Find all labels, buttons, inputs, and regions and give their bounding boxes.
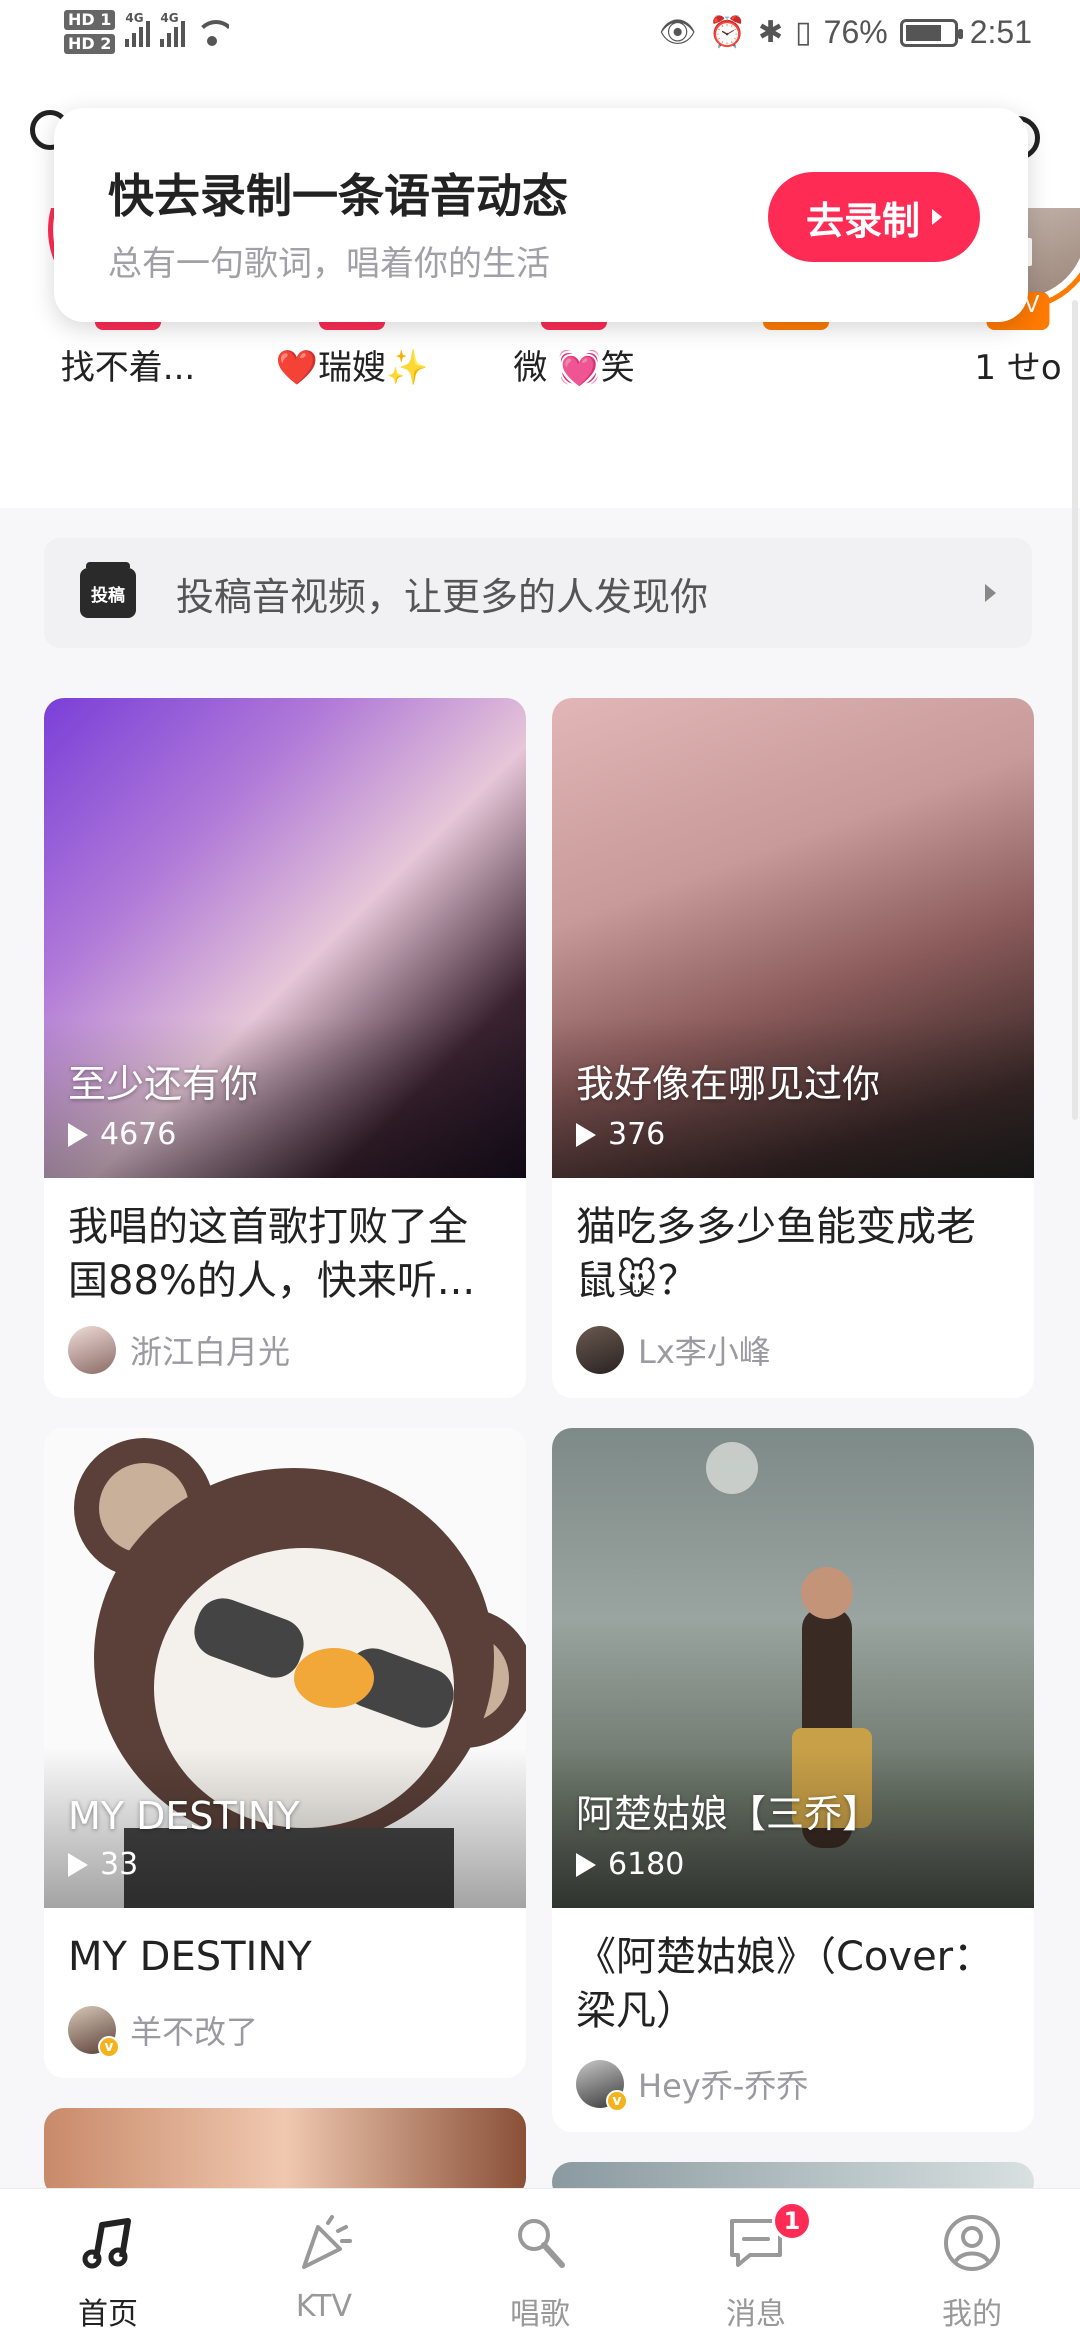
profile-icon xyxy=(940,2211,1004,2275)
cover-image: 我好像在哪见过你 376 xyxy=(552,698,1034,1178)
play-count: 33 xyxy=(68,1847,138,1882)
avatar: v xyxy=(576,2060,628,2112)
song-title: 阿楚姑娘【三乔】 xyxy=(576,1792,881,1836)
play-count-value: 376 xyxy=(608,1117,666,1152)
nav-sing[interactable]: 唱歌 xyxy=(432,2189,648,2340)
post-description: MY DESTINY xyxy=(68,1934,312,1980)
submit-icon: 投稿 xyxy=(80,562,136,618)
feed-card-partial[interactable] xyxy=(44,2108,526,2198)
feed-card[interactable]: 我好像在哪见过你 376 猫吃多多少鱼能变成老鼠🐭？ Lx李小峰 xyxy=(552,698,1034,1398)
play-icon xyxy=(68,1852,88,1877)
go-record-label: 去录制 xyxy=(805,198,920,243)
bluetooth-icon: ✱ xyxy=(758,16,784,49)
author[interactable]: v Hey乔-乔乔 xyxy=(576,2060,809,2112)
nav-label: KTV xyxy=(295,2289,353,2324)
post-description: 猫吃多多少鱼能变成老鼠🐭？ xyxy=(576,1204,976,1304)
eye-icon: 👁 xyxy=(658,16,697,49)
author-name: 浙江白月光 xyxy=(130,1333,291,1371)
submit-media-text: 投稿音视频，让更多的人发现你 xyxy=(176,574,709,619)
scrollbar[interactable] xyxy=(1072,300,1078,1120)
avatar xyxy=(576,1326,624,1374)
live-room-name: ❤️瑞嫂✨ xyxy=(275,348,429,388)
song-title: 我好像在哪见过你 xyxy=(576,1062,881,1106)
signal-icon-2: 4G xyxy=(160,11,186,47)
alarm-icon: ⏰ xyxy=(708,16,747,49)
arrow-right-icon xyxy=(932,209,942,225)
bottom-nav: 首页 KTV 唱歌 1 消息 我的 xyxy=(0,2188,1080,2340)
live-room-name: 1 せo xyxy=(974,348,1062,388)
popup-title: 快去录制一条语音动态 xyxy=(108,169,568,223)
nav-label: 消息 xyxy=(726,2297,786,2332)
author[interactable]: Lx李小峰 xyxy=(576,1326,771,1374)
play-icon xyxy=(576,1852,596,1877)
nav-ktv[interactable]: KTV xyxy=(216,2189,432,2340)
unread-badge: 1 xyxy=(772,2201,812,2241)
popup-subtitle: 总有一句歌词，唱着你的生活 xyxy=(108,244,550,284)
network-type-1: 4G xyxy=(125,11,144,25)
play-count-value: 6180 xyxy=(608,1847,685,1882)
live-room-name: 找不着... xyxy=(60,348,196,388)
battery-icon xyxy=(899,18,963,47)
hd1-label: HD 1 xyxy=(64,10,116,30)
play-count: 6180 xyxy=(576,1847,684,1882)
song-title: MY DESTINY xyxy=(68,1794,300,1838)
author-name: Hey乔-乔乔 xyxy=(638,2067,809,2105)
avatar: v xyxy=(68,2006,120,2058)
live-room-name: 微 💓笑 xyxy=(513,348,635,388)
verified-badge-icon: v xyxy=(606,2090,628,2112)
play-count-value: 33 xyxy=(100,1847,139,1882)
play-icon xyxy=(68,1122,88,1147)
nav-label: 唱歌 xyxy=(510,2297,570,2332)
network-type-2: 4G xyxy=(160,11,179,25)
feed-card[interactable]: 阿楚姑娘【三乔】 6180 《阿楚姑娘》（Cover：梁凡） v Hey乔-乔乔 xyxy=(552,1428,1034,2132)
party-popper-icon xyxy=(292,2211,356,2275)
post-description: 《阿楚姑娘》（Cover：梁凡） xyxy=(576,1934,994,2034)
play-count-value: 4676 xyxy=(100,1117,177,1152)
avatar xyxy=(68,1326,116,1374)
submit-media-bar[interactable]: 投稿 投稿音视频，让更多的人发现你 xyxy=(44,538,1032,648)
cover-image: 阿楚姑娘【三乔】 6180 xyxy=(552,1428,1034,1908)
clock: 2:51 xyxy=(969,14,1032,50)
vibrate-icon: ▯ xyxy=(795,16,812,49)
signal-icon: 4G xyxy=(125,11,151,47)
play-icon xyxy=(576,1122,596,1147)
feed-card[interactable]: 至少还有你 4676 我唱的这首歌打败了全国88%的人，快来听... 浙江白月光 xyxy=(44,698,526,1398)
nav-label: 首页 xyxy=(78,2297,138,2332)
status-bar: HD 1 HD 2 4G 4G 👁 ⏰ ✱ ▯ 76% 2:51 xyxy=(0,0,1080,84)
cover-image: 至少还有你 4676 xyxy=(44,698,526,1178)
verified-badge-icon: v xyxy=(98,2036,120,2058)
author[interactable]: v 羊不改了 xyxy=(68,2006,259,2058)
go-record-button[interactable]: 去录制 xyxy=(768,172,980,262)
microphone-icon xyxy=(508,2211,572,2275)
post-description: 我唱的这首歌打败了全国88%的人，快来听... xyxy=(68,1204,476,1304)
record-prompt-popup[interactable]: 快去录制一条语音动态 总有一句歌词，唱着你的生活 去录制 xyxy=(54,108,1028,322)
author-name: Lx李小峰 xyxy=(638,1333,771,1371)
author-name: 羊不改了 xyxy=(130,2013,259,2051)
hd-indicator: HD 1 HD 2 xyxy=(64,10,116,54)
hd2-label: HD 2 xyxy=(64,34,116,54)
chevron-right-icon xyxy=(985,584,996,602)
feed-card[interactable]: MY DESTINY 33 MY DESTINY v 羊不改了 xyxy=(44,1428,526,2078)
author[interactable]: 浙江白月光 xyxy=(68,1326,290,1374)
play-count: 4676 xyxy=(68,1117,176,1152)
battery-percent: 76% xyxy=(823,14,888,50)
nav-profile[interactable]: 我的 xyxy=(864,2189,1080,2340)
music-note-icon xyxy=(76,2211,140,2275)
nav-messages[interactable]: 1 消息 xyxy=(648,2189,864,2340)
nav-home[interactable]: 首页 xyxy=(0,2189,216,2340)
cover-image: MY DESTINY 33 xyxy=(44,1428,526,1908)
play-count: 376 xyxy=(576,1117,665,1152)
nav-label: 我的 xyxy=(942,2297,1002,2332)
wifi-icon xyxy=(195,18,230,46)
song-title: 至少还有你 xyxy=(68,1062,259,1106)
